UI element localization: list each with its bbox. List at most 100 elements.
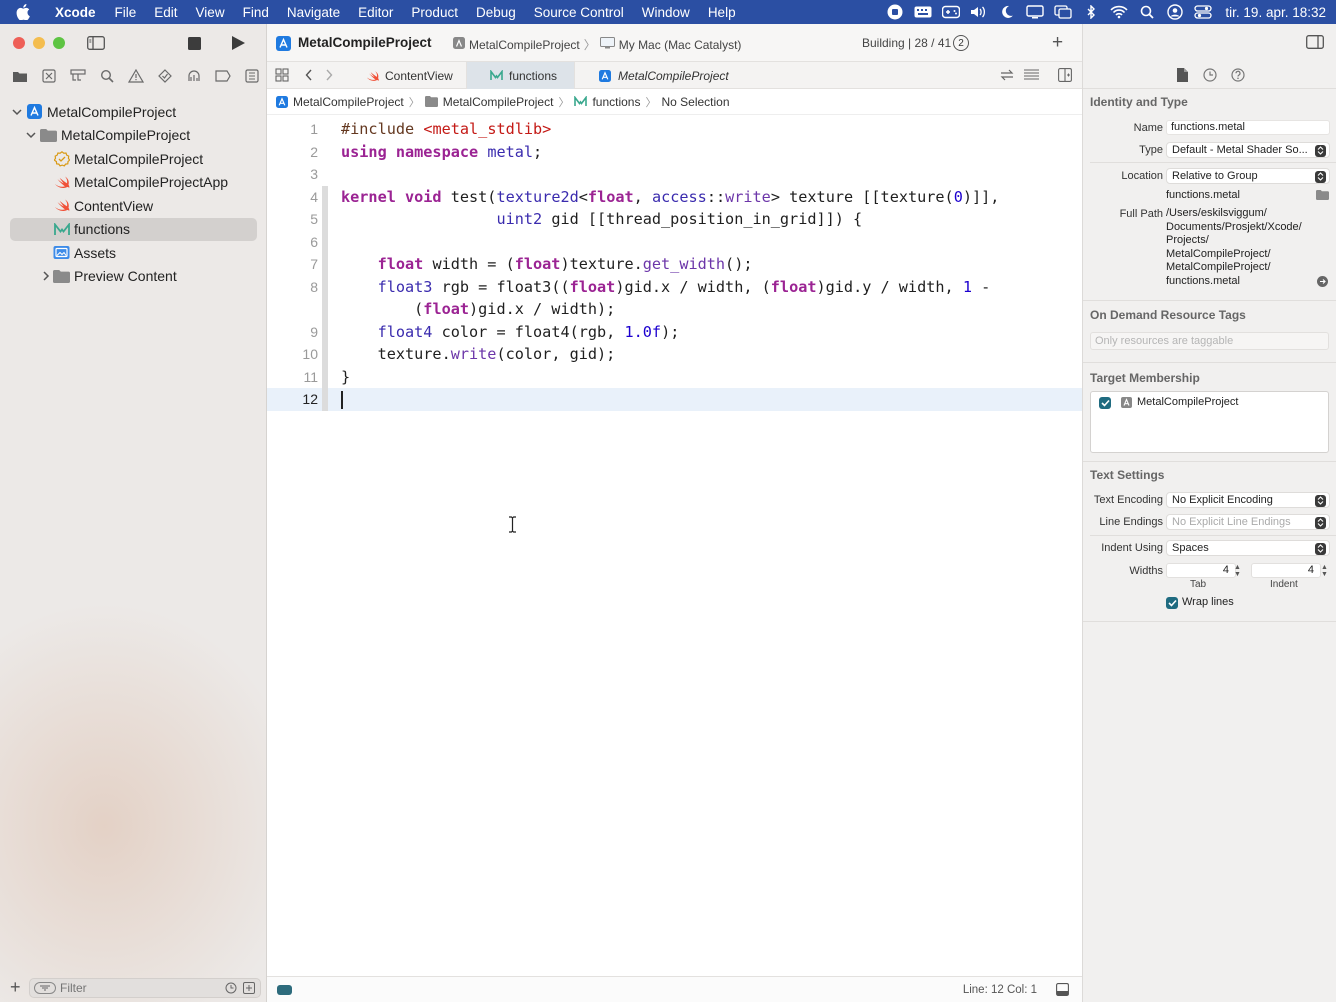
editor-options-icon[interactable]: [1023, 69, 1040, 84]
tree-item-app-file[interactable]: MetalCompileProjectApp: [0, 171, 266, 195]
menu-file[interactable]: File: [106, 5, 146, 20]
run-icon[interactable]: [229, 34, 247, 52]
indent-using-select[interactable]: Spaces: [1166, 540, 1330, 556]
screen-mirroring-icon[interactable]: [1049, 0, 1077, 24]
choose-folder-icon[interactable]: [1316, 190, 1329, 203]
menu-window[interactable]: Window: [633, 5, 699, 20]
reveal-in-finder-icon[interactable]: [1317, 276, 1328, 290]
disclosure-closed-icon[interactable]: [40, 270, 52, 282]
filter-input[interactable]: [60, 981, 200, 995]
name-field[interactable]: functions.metal: [1166, 120, 1330, 135]
tab-functions[interactable]: functions: [467, 62, 575, 89]
window-close-button[interactable]: [13, 37, 25, 49]
tab-project[interactable]: MetalCompileProject: [575, 62, 735, 89]
report-navigator-icon[interactable]: [237, 65, 266, 87]
volume-icon[interactable]: [965, 0, 993, 24]
tree-item-preview-content[interactable]: Preview Content: [0, 265, 266, 289]
find-navigator-icon[interactable]: [92, 65, 121, 87]
disclosure-open-icon[interactable]: [25, 129, 37, 141]
line-endings-select[interactable]: No Explicit Line Endings: [1166, 514, 1330, 530]
destination-name[interactable]: My Mac (Mac Catalyst): [619, 38, 742, 52]
recent-files-icon[interactable]: [225, 982, 237, 997]
menu-find[interactable]: Find: [234, 5, 278, 20]
disclosure-open-icon[interactable]: [11, 106, 23, 118]
add-library-icon[interactable]: +: [1052, 32, 1063, 54]
debug-area-toggle-icon[interactable]: [1056, 983, 1069, 999]
symbol-navigator-icon[interactable]: [63, 65, 92, 87]
history-inspector-icon[interactable]: [1202, 67, 1218, 83]
tab-width-stepper-icon[interactable]: ▲ ▼: [1233, 563, 1242, 578]
breadcrumb-project[interactable]: MetalCompileProject: [275, 95, 404, 109]
scheme-name[interactable]: MetalCompileProject: [469, 38, 580, 52]
quick-help-icon[interactable]: [1230, 67, 1246, 83]
location-select[interactable]: Relative to Group: [1166, 168, 1330, 184]
breadcrumb-file[interactable]: functions: [574, 95, 640, 109]
debug-navigator-icon[interactable]: [179, 65, 208, 87]
menu-help[interactable]: Help: [699, 5, 745, 20]
source-control-navigator-icon[interactable]: [34, 65, 63, 87]
forward-chevron-icon[interactable]: [325, 69, 333, 84]
filter-options-icon[interactable]: [34, 982, 56, 994]
target-checkbox[interactable]: [1099, 397, 1111, 409]
test-navigator-icon[interactable]: [150, 65, 179, 87]
spotlight-search-icon[interactable]: [1133, 0, 1161, 24]
file-inspector-icon[interactable]: [1174, 67, 1190, 83]
tree-item-entitlements[interactable]: MetalCompileProject: [0, 147, 266, 171]
display-icon[interactable]: [1021, 0, 1049, 24]
breadcrumb-group[interactable]: MetalCompileProject: [424, 95, 553, 109]
tree-item-assets[interactable]: Assets: [0, 241, 266, 265]
menu-product[interactable]: Product: [402, 5, 467, 20]
wrap-lines-checkbox[interactable]: [1166, 597, 1178, 609]
menu-navigate[interactable]: Navigate: [278, 5, 349, 20]
tab-width-field[interactable]: 4: [1166, 563, 1236, 578]
menu-app[interactable]: Xcode: [46, 5, 106, 20]
add-file-icon[interactable]: +: [10, 978, 21, 996]
source-control-filter-icon[interactable]: [243, 982, 255, 997]
minimap-indicator-icon[interactable]: [277, 985, 292, 995]
source-editor[interactable]: 1 #include <metal_stdlib> 2 using namesp…: [267, 118, 1082, 411]
line-endings-label: Line Endings: [1099, 516, 1163, 528]
menu-edit[interactable]: Edit: [145, 5, 186, 20]
indent-width-field[interactable]: 4: [1251, 563, 1321, 578]
tab-contentview[interactable]: ContentView: [347, 62, 467, 89]
type-select[interactable]: Default - Metal Shader So...: [1166, 142, 1330, 158]
split-editor-icon[interactable]: [1058, 68, 1072, 85]
inspector-panel: Identity and Type Name functions.metal T…: [1082, 24, 1336, 1002]
scheme-selector[interactable]: MetalCompileProject 〉 My Mac (Mac Cataly…: [453, 36, 741, 53]
stop-icon[interactable]: [186, 35, 202, 51]
indent-width-stepper-icon[interactable]: ▲ ▼: [1320, 563, 1329, 578]
user-account-icon[interactable]: [1161, 0, 1189, 24]
encoding-select[interactable]: No Explicit Encoding: [1166, 492, 1330, 508]
window-toolbar-left: [0, 24, 266, 62]
inspector-toggle-icon[interactable]: [1306, 35, 1324, 52]
breakpoint-navigator-icon[interactable]: [208, 65, 237, 87]
tree-item-functions[interactable]: functions: [10, 217, 257, 241]
control-center-icon[interactable]: [1189, 0, 1217, 24]
folder-navigator-icon[interactable]: [5, 65, 34, 87]
keyboard-icon[interactable]: [909, 0, 937, 24]
related-items-grid-icon[interactable]: [275, 68, 289, 85]
back-chevron-icon[interactable]: [305, 69, 313, 84]
tree-item-contentview[interactable]: ContentView: [0, 194, 266, 218]
window-zoom-button[interactable]: [53, 37, 65, 49]
do-not-disturb-icon[interactable]: [993, 0, 1021, 24]
build-issues-badge[interactable]: 2: [953, 35, 969, 51]
breadcrumb-symbol[interactable]: No Selection: [661, 95, 729, 109]
sidebar-toggle-icon[interactable]: [86, 34, 106, 52]
menu-debug[interactable]: Debug: [467, 5, 525, 20]
gamepad-icon[interactable]: [937, 0, 965, 24]
tree-item-group[interactable]: MetalCompileProject: [0, 124, 266, 148]
compare-changes-icon[interactable]: [1000, 69, 1014, 84]
tree-item-project[interactable]: MetalCompileProject: [0, 100, 266, 124]
menu-view[interactable]: View: [187, 5, 234, 20]
bluetooth-icon[interactable]: [1077, 0, 1105, 24]
wifi-icon[interactable]: [1105, 0, 1133, 24]
record-stop-icon[interactable]: [881, 0, 909, 24]
type-value: Default - Metal Shader So...: [1172, 144, 1308, 156]
menu-clock[interactable]: tir. 19. apr. 18:32: [1225, 5, 1326, 20]
apple-menu-icon[interactable]: [14, 3, 32, 21]
menu-source-control[interactable]: Source Control: [525, 5, 633, 20]
issue-navigator-icon[interactable]: [121, 65, 150, 87]
menu-editor[interactable]: Editor: [349, 5, 402, 20]
window-minimize-button[interactable]: [33, 37, 45, 49]
